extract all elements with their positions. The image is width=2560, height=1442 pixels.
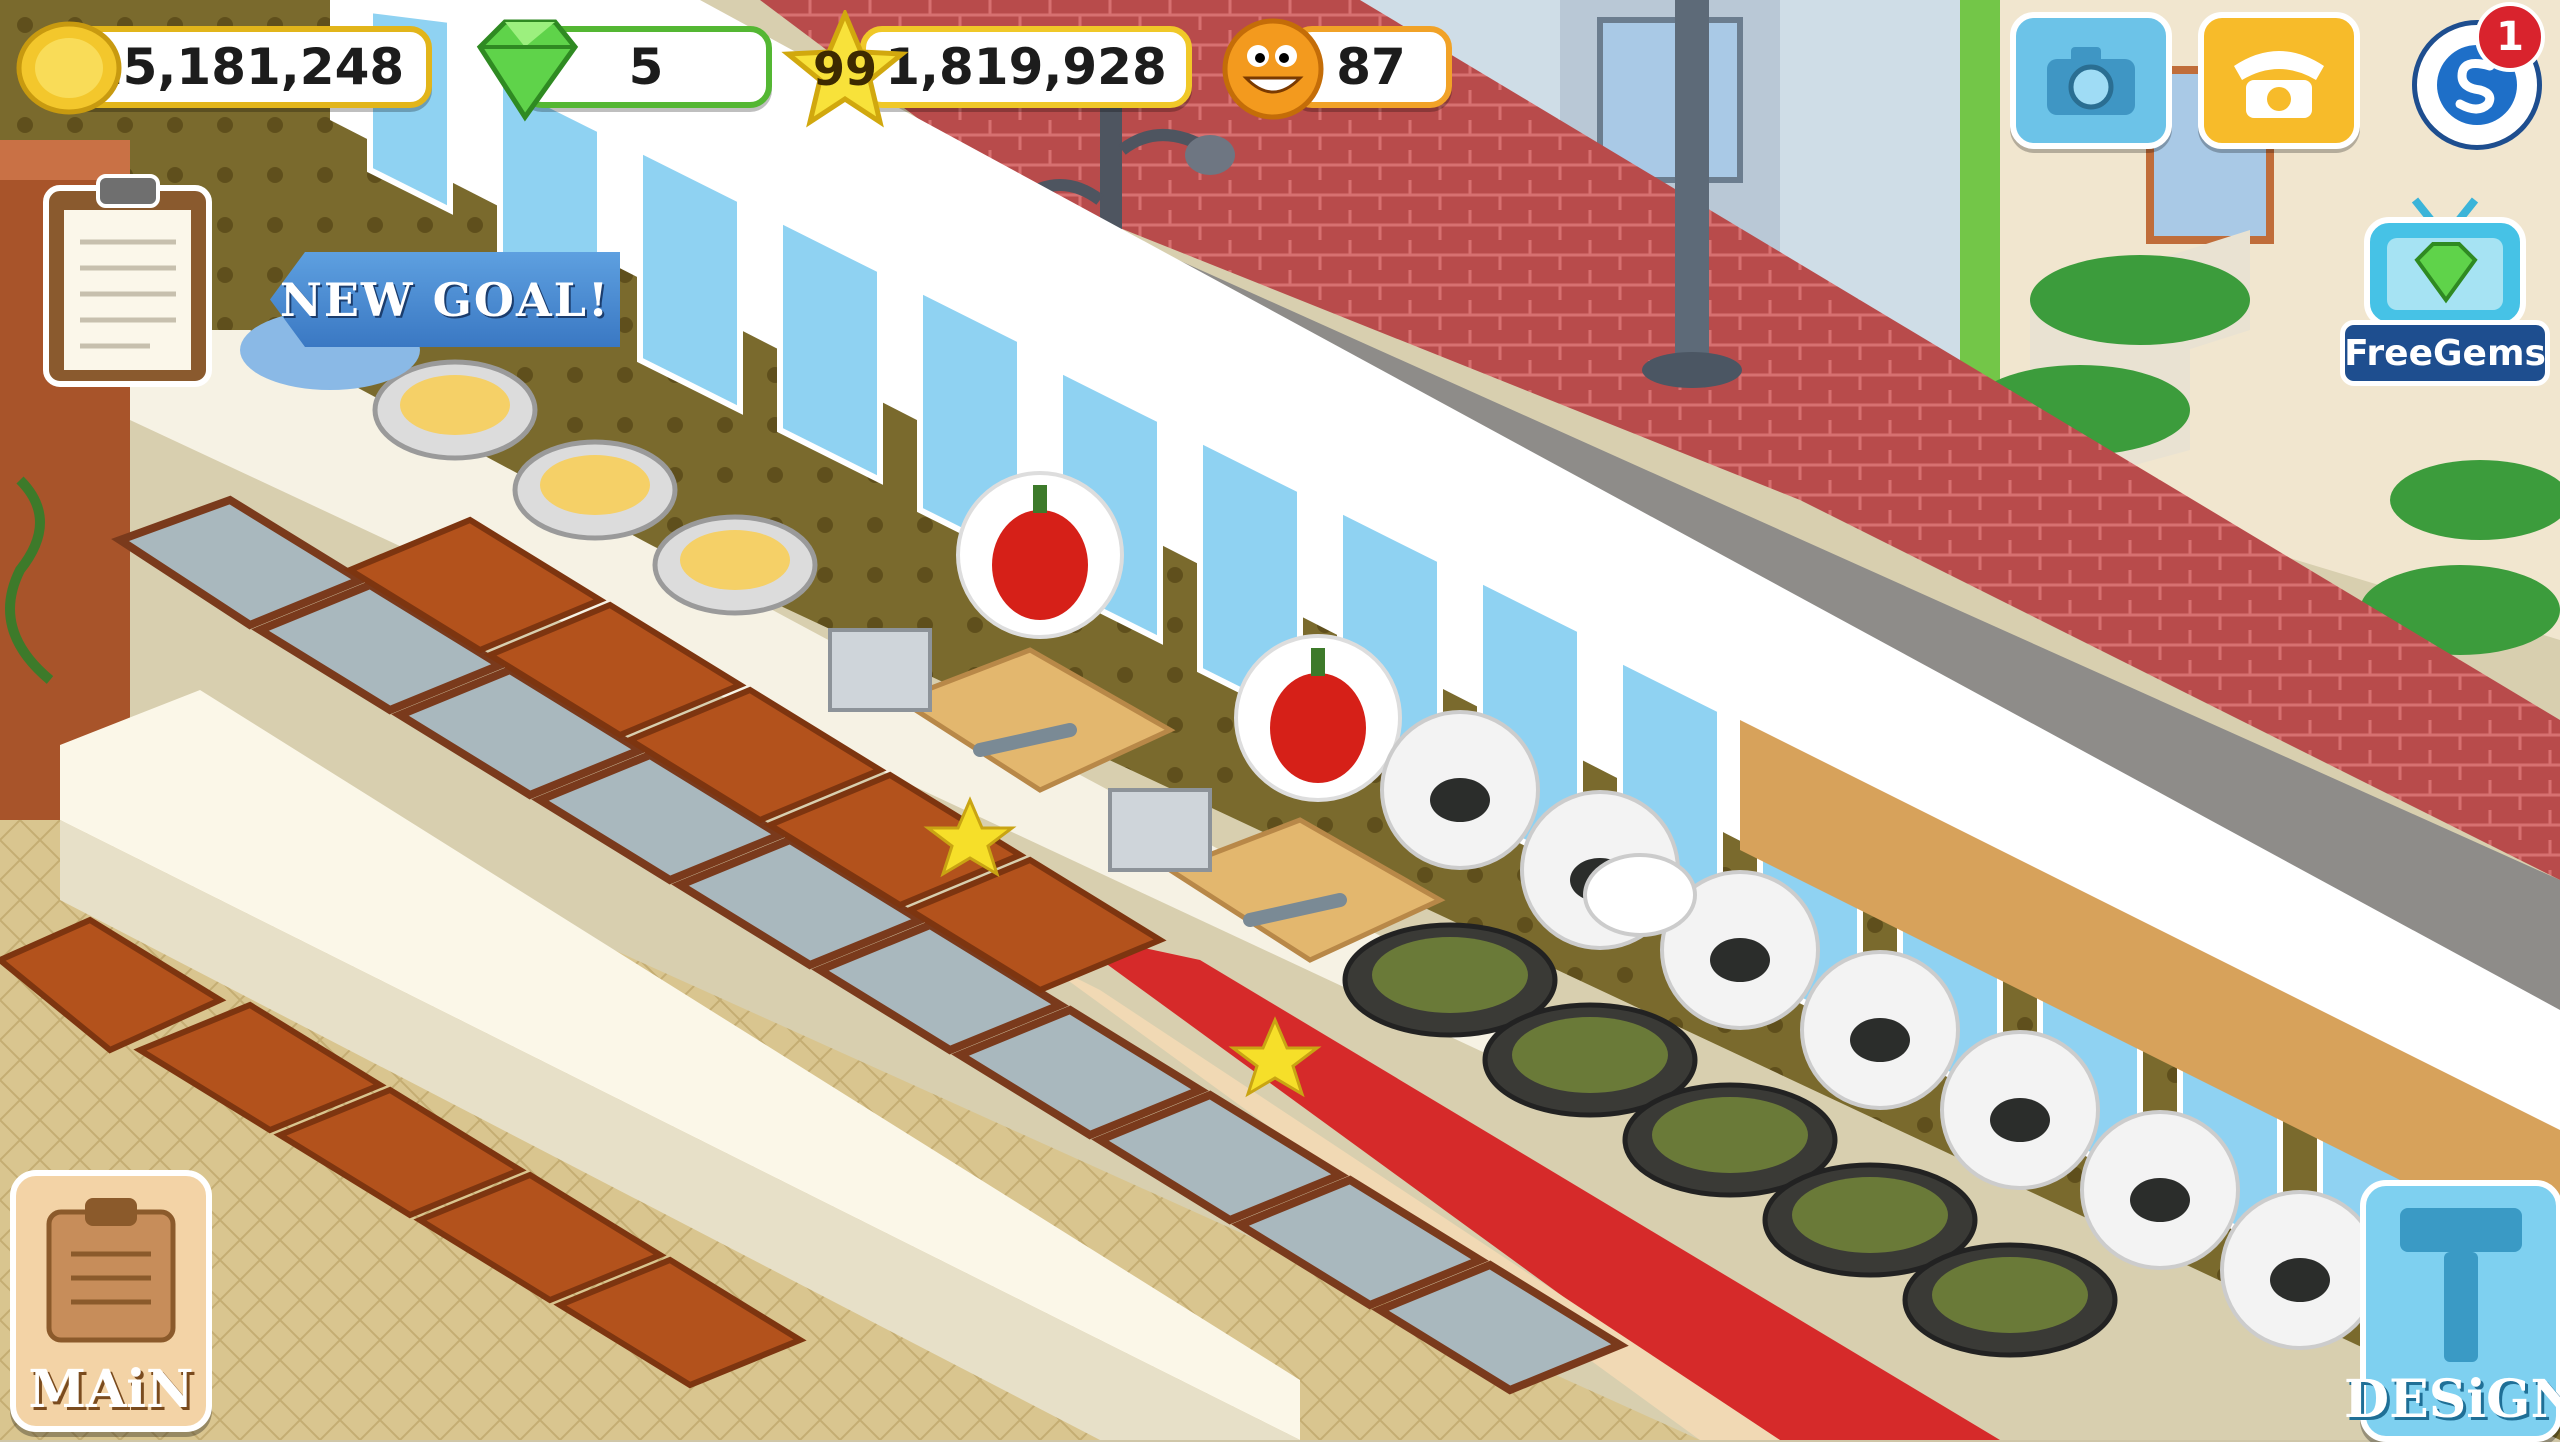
free-gems-button[interactable]: FreeGems: [2340, 180, 2550, 390]
smiley-icon: [1218, 14, 1328, 128]
phone-icon: [2234, 50, 2324, 118]
coin-icon: [14, 18, 124, 122]
gem-icon: [460, 12, 580, 126]
hammer-icon: [2400, 1208, 2522, 1362]
level-value: 99: [812, 42, 877, 96]
free-gems-label: FreeGems: [2340, 320, 2550, 386]
main-button-label: MAiN: [28, 1359, 194, 1420]
design-button-label: DESiGN: [2344, 1369, 2560, 1430]
goals-clipboard-button[interactable]: [40, 170, 215, 390]
clipboard-icon: [46, 1198, 176, 1343]
main-button[interactable]: MAiN: [10, 1170, 212, 1432]
clipboard-icon: [43, 174, 212, 387]
notification-badge: 1: [2475, 2, 2545, 72]
restaurant-scene: [0, 0, 2560, 1440]
design-button[interactable]: DESiGN: [2344, 1180, 2560, 1442]
experience-value: 1,819,928: [885, 38, 1167, 96]
new-goal-banner[interactable]: NEW GOAL!: [270, 252, 620, 347]
happiness-value: 87: [1336, 38, 1406, 96]
gems-value: 5: [628, 38, 664, 96]
tv-gem-icon: [2364, 197, 2526, 328]
camera-button[interactable]: [2010, 12, 2172, 149]
phone-button[interactable]: [2198, 12, 2360, 149]
camera-icon: [2047, 46, 2135, 115]
coins-value: 15,181,248: [87, 38, 405, 96]
